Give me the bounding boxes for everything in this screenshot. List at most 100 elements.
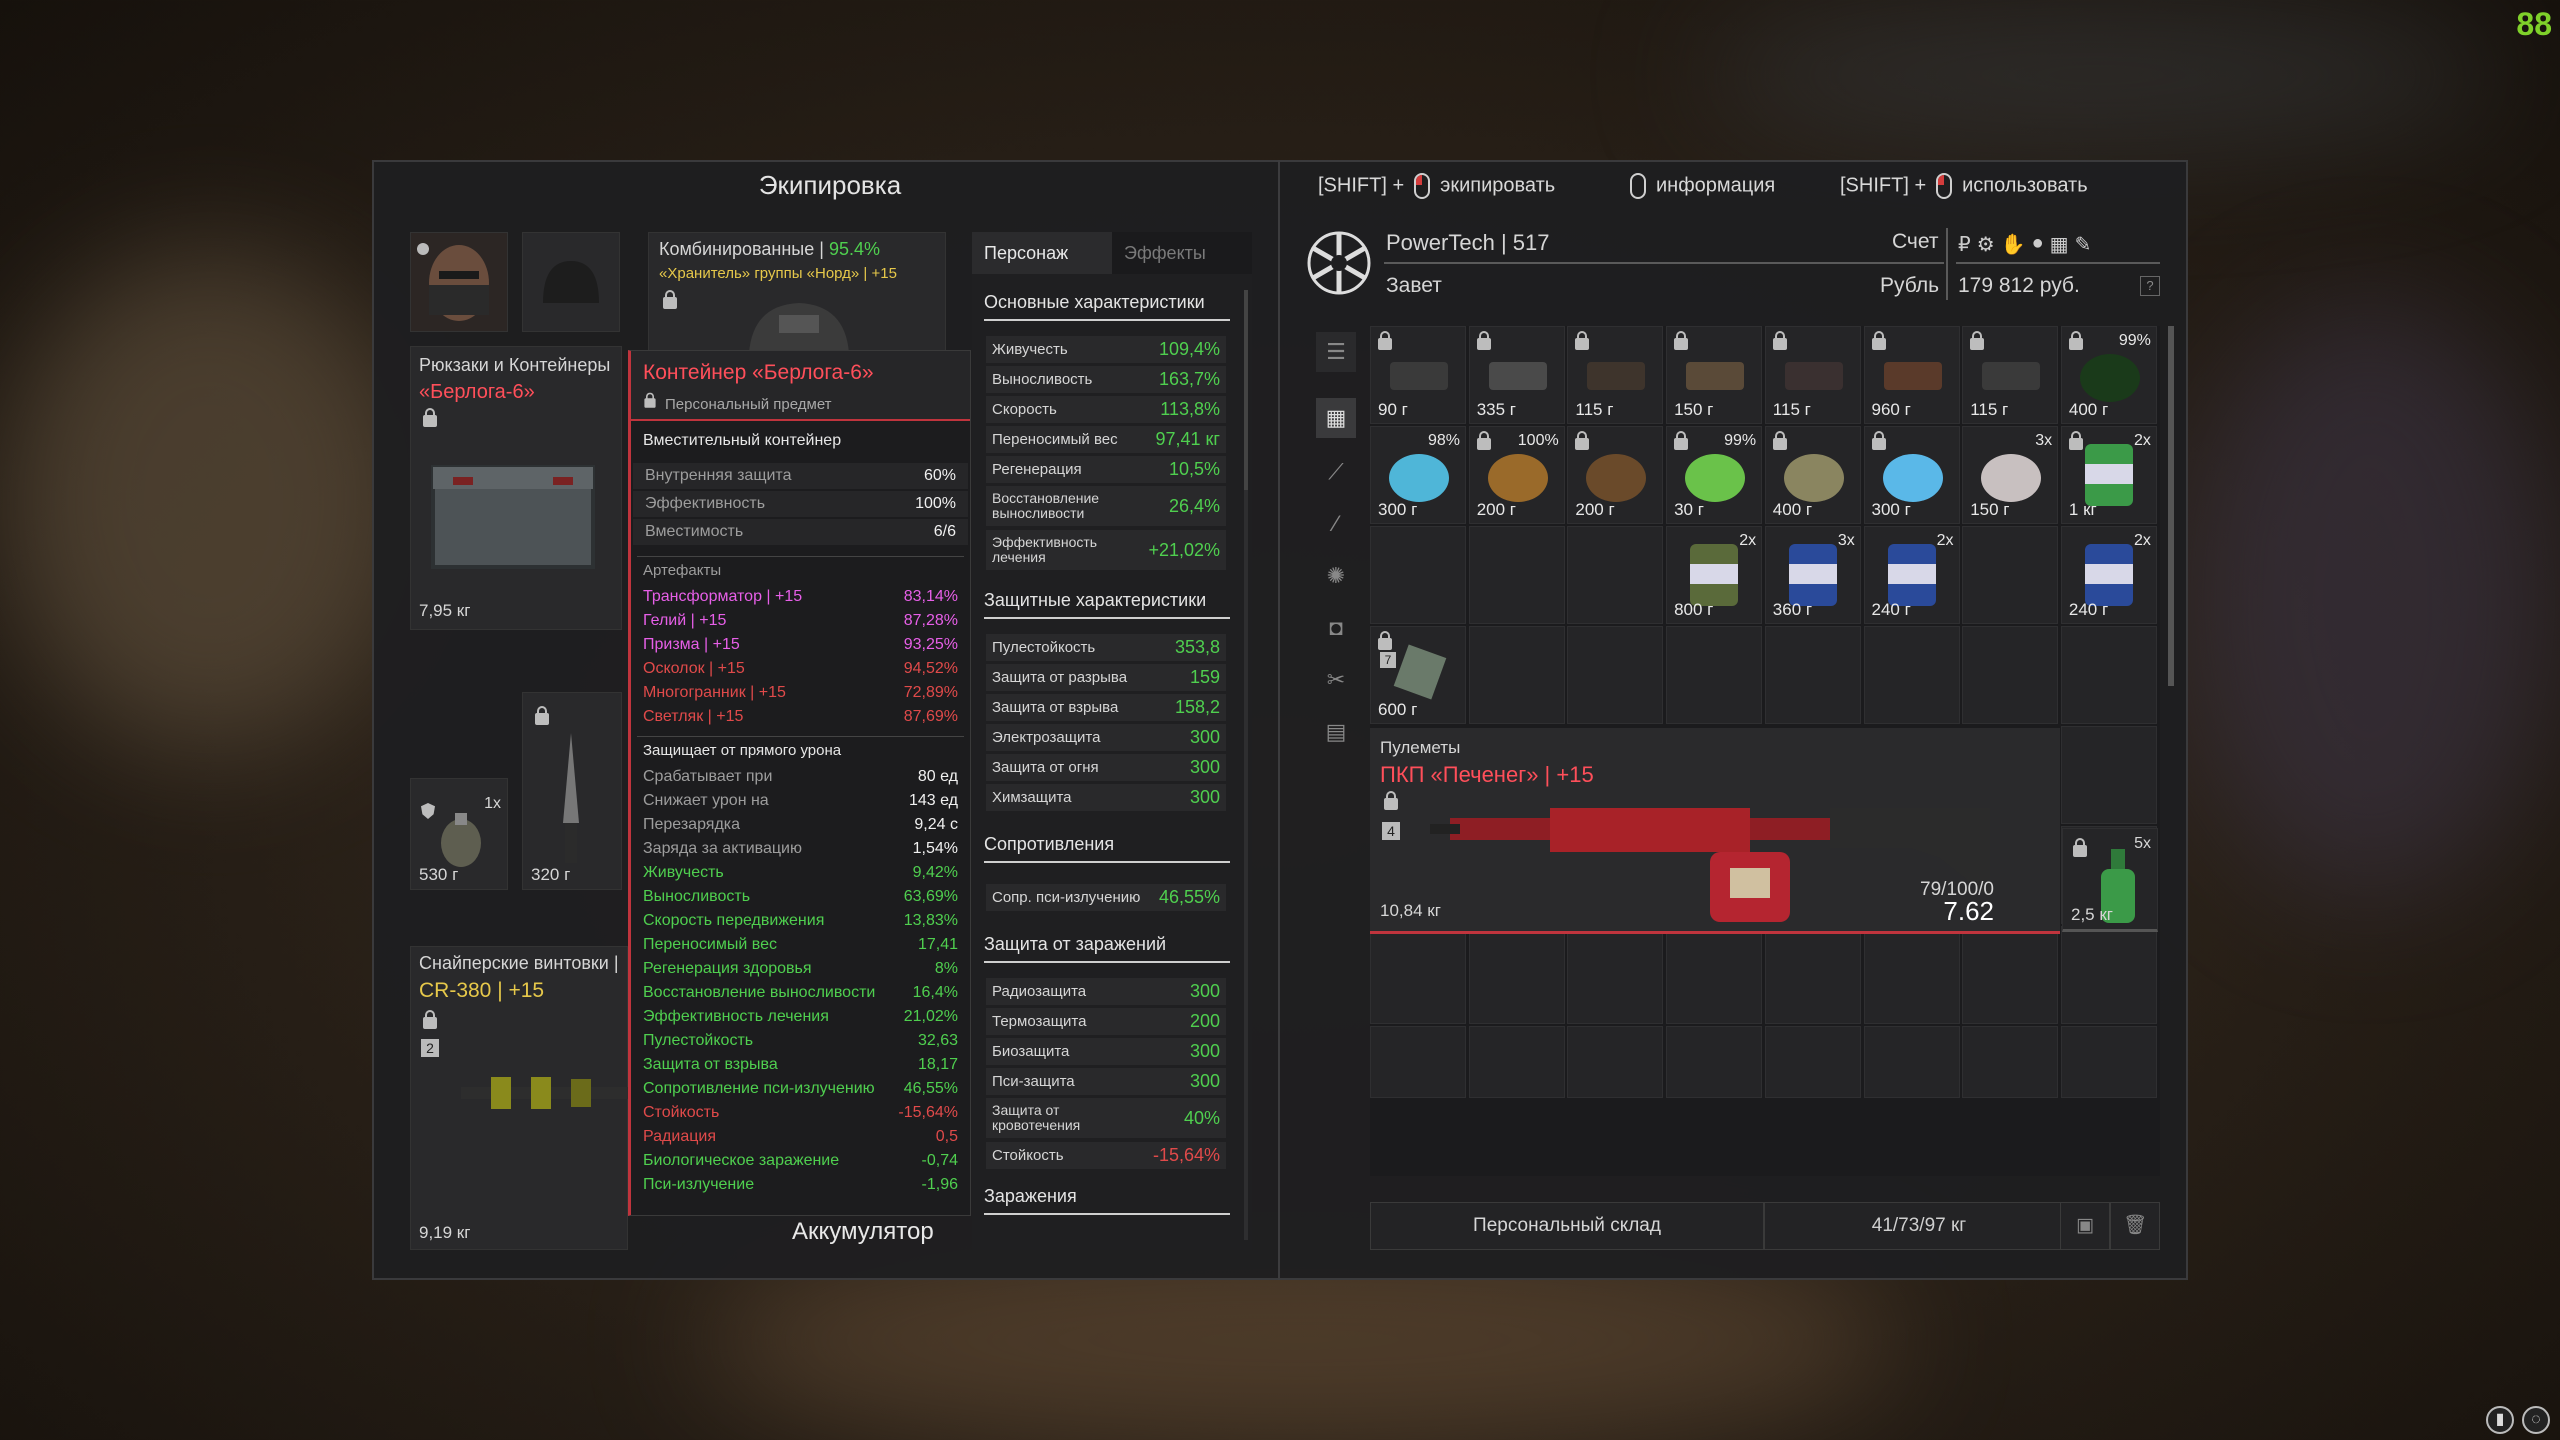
knife-slot[interactable]: 320 г xyxy=(522,692,622,890)
stats-scrollbar[interactable] xyxy=(1244,290,1248,490)
storage-item[interactable]: 960 г xyxy=(1864,326,1960,424)
grid-cell[interactable] xyxy=(1863,926,1960,1024)
helmet-slot[interactable] xyxy=(522,232,620,332)
tag-icon[interactable]: ✎ xyxy=(2075,232,2092,257)
grid-cell[interactable] xyxy=(1468,1026,1565,1098)
stat-label: Выносливость xyxy=(992,371,1093,388)
lock-icon xyxy=(644,392,656,408)
grid-cell[interactable] xyxy=(1962,526,2059,624)
storage-item[interactable]: 300 г xyxy=(1864,426,1960,524)
grid-cell[interactable] xyxy=(1962,626,2059,724)
backpack-slot[interactable]: Рюкзаки и Контейнеры «Берлога-6» 7,95 кг xyxy=(410,346,622,630)
grid-cell[interactable] xyxy=(1567,626,1664,724)
storage-item[interactable]: 7 600 г xyxy=(1370,626,1466,724)
storage-item[interactable]: 150 г xyxy=(1666,326,1762,424)
mouse-icon xyxy=(1936,173,1953,199)
trash-icon[interactable]: 🗑 xyxy=(2110,1202,2160,1250)
coin-icon[interactable]: ● xyxy=(2032,232,2044,257)
grenade-slot[interactable]: 1x 530 г xyxy=(410,778,508,890)
storage-item[interactable]: 115 г xyxy=(1567,326,1663,424)
storage-item[interactable]: 240 г 2x xyxy=(2061,526,2157,624)
grid-cell[interactable] xyxy=(1764,1026,1861,1098)
misc-filter-icon[interactable]: ▤ xyxy=(1316,712,1356,752)
grid-cell[interactable] xyxy=(1468,526,1565,624)
stat-label: Осколок | +15 xyxy=(643,660,745,677)
gear-icon[interactable]: ⚙ xyxy=(1977,232,1995,257)
storage-item[interactable]: 240 г 2x xyxy=(1864,526,1960,624)
ruble-icon[interactable]: ₽ xyxy=(1958,232,1971,257)
grid-cell[interactable] xyxy=(1962,1026,2059,1098)
tab-character[interactable]: Персонаж xyxy=(972,232,1112,274)
grid-cell[interactable] xyxy=(2060,626,2157,724)
ammo-filter-icon[interactable]: ⁄ xyxy=(1316,504,1356,544)
storage-item[interactable]: 200 г 100% xyxy=(1469,426,1565,524)
rifle-filter-icon[interactable]: ⟋ xyxy=(1316,452,1356,492)
weapon-item[interactable]: Пулеметы ПКП «Печенег» | +15 4 10,84 кг … xyxy=(1370,728,2060,934)
list-view-icon[interactable]: ☰ xyxy=(1316,332,1356,372)
grid-cell[interactable] xyxy=(1468,626,1565,724)
storage-item[interactable]: 200 г xyxy=(1567,426,1663,524)
storage-item[interactable]: 335 г xyxy=(1469,326,1565,424)
grid-cell[interactable] xyxy=(1962,926,2059,1024)
grid-cell[interactable] xyxy=(1666,1026,1763,1098)
face-slot[interactable] xyxy=(410,232,508,332)
storage-item[interactable]: 1 кг 2x xyxy=(2061,426,2157,524)
tools-filter-icon[interactable]: ✂ xyxy=(1316,660,1356,700)
grid-cell[interactable] xyxy=(1370,526,1466,624)
grid-cell[interactable] xyxy=(1567,926,1664,1024)
medkit-filter-icon[interactable]: ◘ xyxy=(1316,608,1356,648)
grid-view-icon[interactable]: ▦ xyxy=(1316,398,1356,438)
corner-status: ▮ ◌ xyxy=(2486,1406,2550,1434)
storage-item[interactable]: 360 г 3x xyxy=(1765,526,1861,624)
stat-value: 94,52% xyxy=(903,660,958,677)
artifact-filter-icon[interactable]: ✺ xyxy=(1316,556,1356,596)
grid-cell[interactable] xyxy=(1567,1026,1664,1098)
help-icon[interactable]: ? xyxy=(2140,276,2160,296)
grid-cell[interactable] xyxy=(1666,626,1763,724)
grid-cell[interactable] xyxy=(2060,926,2157,1024)
bottle-stack-item[interactable]: 5x 2,5 кг xyxy=(2062,828,2158,932)
storage-scrollbar[interactable] xyxy=(2168,326,2174,686)
grid-cell[interactable] xyxy=(1764,926,1861,1024)
tab-effects[interactable]: Эффекты xyxy=(1112,232,1252,274)
storage-item[interactable]: 150 г 3x xyxy=(1962,426,2058,524)
weapon-caliber: 7.62 xyxy=(1943,896,1994,926)
stat-value: 80 ед xyxy=(917,768,958,785)
personal-storage-button[interactable]: Персональный склад xyxy=(1370,1202,1764,1250)
storage-item[interactable]: 115 г xyxy=(1765,326,1861,424)
storage-item[interactable]: 800 г 2x xyxy=(1666,526,1762,624)
storage-item[interactable]: 30 г 99% xyxy=(1666,426,1762,524)
grid-cell[interactable] xyxy=(1468,926,1565,1024)
armor-slot[interactable]: Комбинированные | 95.4% «Хранитель» груп… xyxy=(648,232,946,353)
tooltip-stat-row: Защита от взрыва 18,17 xyxy=(631,1053,970,1077)
stat-label: Защита от взрыва xyxy=(643,1056,778,1073)
grid-cell[interactable] xyxy=(2060,1026,2157,1098)
storage-item[interactable]: 400 г xyxy=(1765,426,1861,524)
storage-item[interactable]: 300 г 98% xyxy=(1370,426,1466,524)
grid-cell[interactable] xyxy=(1863,1026,1960,1098)
sort-icon[interactable]: ▣ xyxy=(2060,1202,2110,1250)
storage-item[interactable]: 400 г 99% xyxy=(2061,326,2157,424)
lock-icon xyxy=(1674,331,1689,350)
grid-cell[interactable] xyxy=(1370,1026,1466,1098)
stat-value: 63,69% xyxy=(903,888,958,905)
stat-value: 158,2 xyxy=(1174,697,1220,717)
grid-cell[interactable] xyxy=(1370,926,1466,1024)
sniper-slot[interactable]: Снайперские винтовки | CR-380 | +15 2 9,… xyxy=(410,946,629,1250)
grid-cell[interactable] xyxy=(1764,626,1861,724)
stat-value: 200 xyxy=(1189,1011,1220,1031)
storage-item[interactable]: 90 г xyxy=(1370,326,1466,424)
microphone-icon[interactable]: ▮ xyxy=(2486,1406,2514,1434)
lock-icon xyxy=(1384,791,1398,810)
hand-icon[interactable]: ✋ xyxy=(2001,232,2026,257)
chip-icon[interactable]: ▦ xyxy=(2050,232,2069,257)
grid-cell[interactable] xyxy=(1567,526,1664,624)
stat-label: Пси-защита xyxy=(992,1073,1075,1090)
item-qty: 2x xyxy=(1739,532,1757,549)
stat-row: Пулестойкость 353,8 xyxy=(986,634,1226,661)
grid-cell[interactable] xyxy=(2060,726,2157,824)
grid-cell[interactable] xyxy=(1863,626,1960,724)
stat-label: Снижает урон на xyxy=(643,792,769,809)
grid-cell[interactable] xyxy=(1666,926,1763,1024)
storage-item[interactable]: 115 г xyxy=(1962,326,2058,424)
